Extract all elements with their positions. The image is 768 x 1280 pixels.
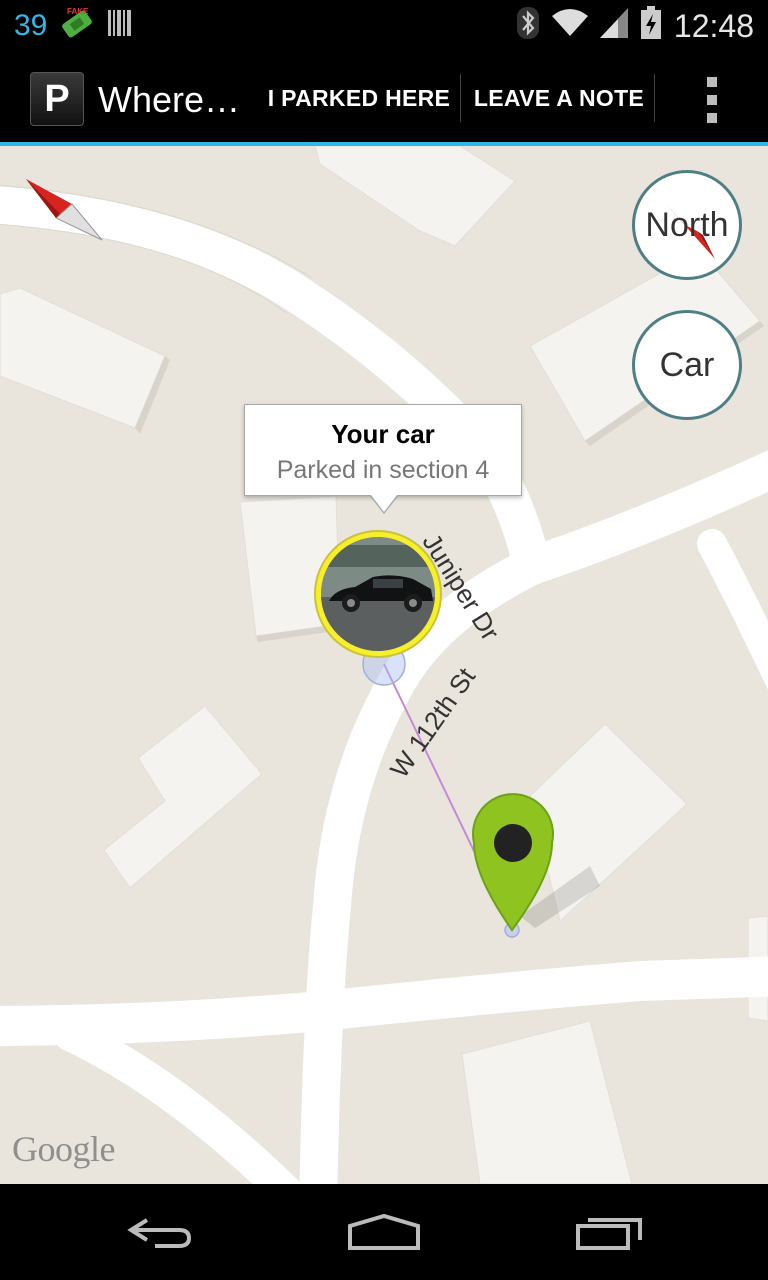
fake-gps-icon: FAKE xyxy=(59,6,95,45)
i-parked-here-button[interactable]: I PARKED HERE xyxy=(262,70,456,126)
leave-a-note-button[interactable]: LEAVE A NOTE xyxy=(466,70,652,126)
notification-count: 39 xyxy=(14,8,48,42)
back-icon[interactable] xyxy=(110,1202,210,1262)
battery-icon xyxy=(640,6,662,45)
app-icon-letter: P xyxy=(44,77,70,120)
svg-text:FAKE: FAKE xyxy=(67,7,89,16)
recent-apps-icon[interactable] xyxy=(560,1202,660,1262)
overflow-menu-icon[interactable] xyxy=(690,70,734,130)
info-window-tail-inner xyxy=(371,495,397,512)
north-button[interactable]: North xyxy=(632,170,742,280)
status-bar: 39 FAKE 12:48 xyxy=(0,0,768,50)
home-icon[interactable] xyxy=(334,1202,434,1262)
app-title: Where… xyxy=(98,79,241,120)
info-window-subtitle: Parked in section 4 xyxy=(276,456,490,484)
car-button[interactable]: Car xyxy=(632,310,742,420)
action-divider xyxy=(654,74,655,122)
car-info-window[interactable]: Your car Parked in section 4 xyxy=(244,404,522,514)
barcode-icon xyxy=(107,8,133,43)
car-photo xyxy=(321,537,435,651)
car-button-label: Car xyxy=(659,345,715,384)
car-photo-marker[interactable] xyxy=(316,532,440,656)
google-attribution: Google xyxy=(12,1129,115,1169)
action-bar: P Where… I PARKED HERE LEAVE A NOTE xyxy=(0,50,768,146)
map-view[interactable]: Juniper Dr W 112th St North Car Your car… xyxy=(0,146,768,1184)
info-window-title: Your car xyxy=(331,419,435,449)
north-button-label: North xyxy=(645,205,729,244)
navigation-bar xyxy=(0,1184,768,1280)
action-divider xyxy=(460,74,461,122)
map-tiles xyxy=(0,146,768,1184)
app-icon[interactable]: P xyxy=(30,72,84,126)
bluetooth-icon xyxy=(516,6,540,45)
status-time: 12:48 xyxy=(673,7,754,44)
signal-icon xyxy=(599,8,628,43)
wifi-icon xyxy=(551,8,588,43)
